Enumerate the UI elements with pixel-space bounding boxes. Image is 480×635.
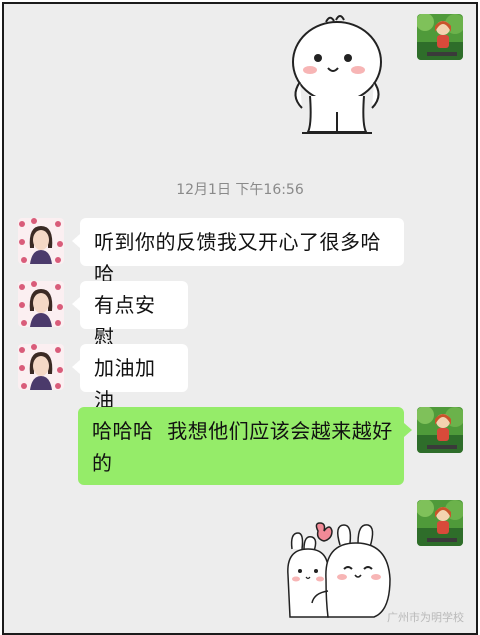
woman-polka-dot-avatar-icon xyxy=(18,281,64,327)
message-bubble-self[interactable]: 哈哈哈 我想他们应该会越来越好 的 xyxy=(78,407,404,485)
message-line: 哈哈哈 我想他们应该会越来越好 xyxy=(92,419,393,443)
smiling-bun-sticker-icon[interactable] xyxy=(282,12,392,142)
self-avatar[interactable] xyxy=(417,407,463,453)
bubble-tail xyxy=(72,234,80,248)
girl-green-background-icon xyxy=(417,407,463,453)
bubble-tail xyxy=(72,360,80,374)
message-line: 的 xyxy=(92,451,113,475)
message-bubble-other[interactable]: 加油加油 xyxy=(80,344,188,412)
message-timestamp: 12月1日 下午16:56 xyxy=(176,182,304,198)
girl-green-background-icon xyxy=(417,500,463,546)
chat-window: 12月1日 下午16:56 听到你的反馈我又开心了很多哈哈 有点安慰 加油加油 … xyxy=(2,2,478,635)
girl-green-background-icon xyxy=(417,14,463,60)
message-bubble-other[interactable]: 听到你的反馈我又开心了很多哈哈 xyxy=(80,218,404,286)
self-avatar[interactable] xyxy=(417,500,463,546)
contact-avatar[interactable] xyxy=(18,218,64,264)
hugging-bunnies-sticker-icon[interactable] xyxy=(284,519,396,623)
bubble-tail xyxy=(404,423,412,437)
woman-polka-dot-avatar-icon xyxy=(18,218,64,264)
contact-avatar[interactable] xyxy=(18,344,64,390)
contact-avatar[interactable] xyxy=(18,281,64,327)
bubble-tail xyxy=(72,297,80,311)
woman-polka-dot-avatar-icon xyxy=(18,344,64,390)
self-avatar[interactable] xyxy=(417,14,463,60)
watermark: 广州市为明学校 xyxy=(387,611,464,624)
message-bubble-other[interactable]: 有点安慰 xyxy=(80,281,188,349)
